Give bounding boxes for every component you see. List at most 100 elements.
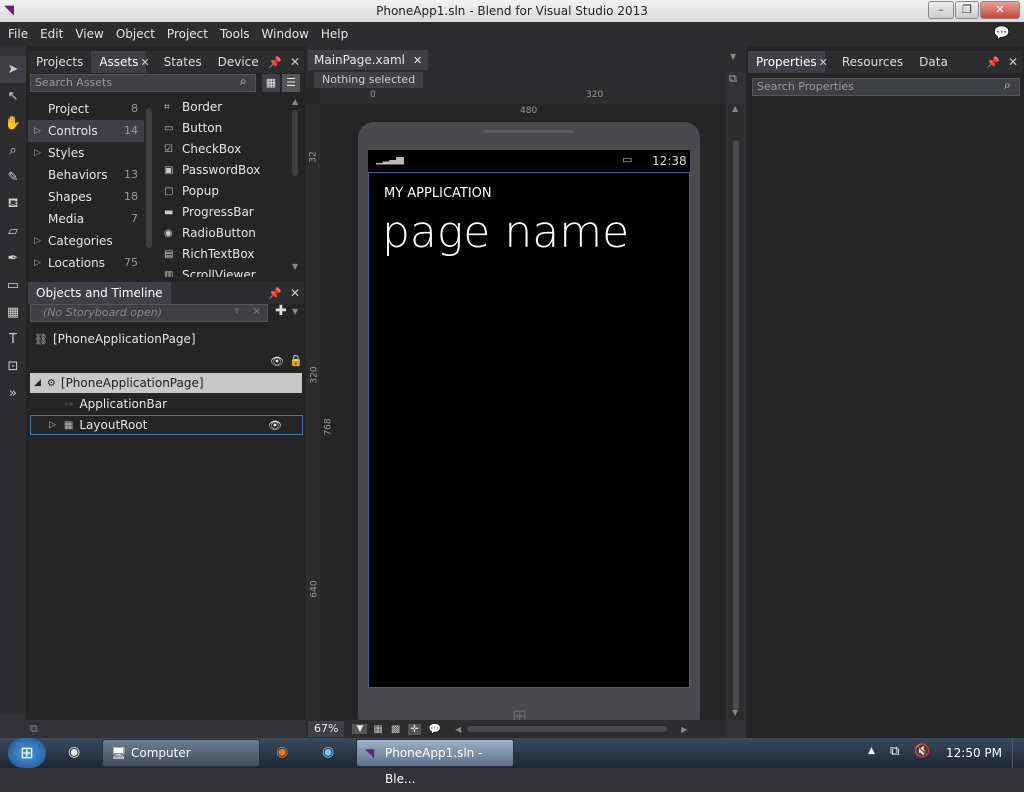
close-panel-icon[interactable]: ✕: [290, 55, 300, 69]
list-item[interactable]: ☑ CheckBox: [154, 139, 288, 160]
menu-object[interactable]: Object: [110, 22, 161, 46]
menu-project[interactable]: Project: [161, 22, 214, 46]
category-locations[interactable]: ▷ Locations 75: [28, 252, 144, 274]
scroll-left-icon[interactable]: ◀: [455, 725, 461, 734]
storyboard-down-icon[interactable]: ⩔: [234, 305, 240, 316]
taskbar-computer-button[interactable]: 🖥 Computer: [102, 739, 260, 767]
paint-bucket-tool-icon[interactable]: ⛾: [0, 191, 26, 218]
list-item[interactable]: ▭ Button: [154, 118, 288, 139]
scroll-up-icon[interactable]: ▲: [732, 104, 738, 113]
categories-scrollbar[interactable]: [146, 108, 152, 248]
menu-file[interactable]: File: [0, 22, 34, 46]
scroll-thumb[interactable]: [733, 140, 739, 710]
taskbar-clock[interactable]: 12:50 PM: [946, 746, 1002, 760]
grid-view-icon[interactable]: ▦: [262, 74, 280, 92]
grid-tool-icon[interactable]: ▦: [0, 299, 26, 326]
firefox-icon[interactable]: ◉: [276, 744, 288, 760]
category-styles[interactable]: ▷ Styles: [28, 142, 144, 164]
start-button[interactable]: ⊞: [8, 738, 46, 768]
control-tool-icon[interactable]: ⊡: [0, 353, 26, 380]
pin-icon[interactable]: 📌: [268, 56, 282, 69]
scroll-up-icon[interactable]: ▲: [292, 97, 298, 106]
category-project[interactable]: Project 8: [28, 98, 144, 120]
tray-expand-icon[interactable]: ▲: [868, 746, 875, 756]
close-panel-icon[interactable]: ✕: [1008, 55, 1018, 69]
list-item[interactable]: ▤ RichTextBox: [154, 244, 288, 265]
skype-icon[interactable]: ◉: [322, 744, 334, 760]
tab-properties[interactable]: Properties: [748, 51, 825, 73]
lock-icon[interactable]: 🔒: [289, 354, 303, 367]
list-item[interactable]: ⌗ Border: [154, 97, 288, 118]
snap-lines-icon[interactable]: ✛: [408, 723, 421, 735]
tab-projects[interactable]: Projects: [28, 51, 91, 73]
pen-tool-icon[interactable]: ✒: [0, 245, 26, 272]
pin-icon[interactable]: 📌: [986, 56, 1000, 69]
tab-mainpage-xaml[interactable]: MainPage.xaml ✕: [308, 50, 429, 70]
menu-tools[interactable]: Tools: [214, 22, 256, 46]
assets-tool-icon[interactable]: »: [0, 380, 26, 407]
feedback-icon[interactable]: 💬: [988, 22, 1016, 46]
tab-data[interactable]: Data: [911, 51, 956, 73]
phone-screen[interactable]: MY APPLICATION page name: [368, 172, 690, 688]
minimize-button[interactable]: –: [928, 1, 954, 19]
properties-search-input[interactable]: Search Properties: [752, 78, 1020, 96]
eraser-tool-icon[interactable]: ▱: [0, 218, 26, 245]
scroll-down-icon[interactable]: ▼: [292, 262, 298, 271]
close-tab-icon[interactable]: ✕: [140, 56, 149, 69]
tab-states[interactable]: States: [156, 51, 210, 73]
list-view-icon[interactable]: ☰: [282, 74, 300, 92]
zoom-tool-icon[interactable]: ⌕: [0, 137, 26, 164]
visibility-eye-icon[interactable]: 👁: [268, 419, 282, 432]
add-storyboard-icon[interactable]: ✚: [275, 303, 287, 319]
maximize-button[interactable]: ❐: [955, 1, 979, 19]
tab-device[interactable]: Device: [210, 51, 267, 73]
tree-item-phoneapplicationpage[interactable]: ◢ ⚙ [PhoneApplicationPage]: [30, 373, 302, 393]
category-behaviors[interactable]: Behaviors 13: [28, 164, 144, 186]
close-tab-icon[interactable]: ✕: [413, 54, 422, 67]
list-item[interactable]: ▥ ScrollViewer: [154, 265, 288, 277]
tree-item-applicationbar[interactable]: ◦◦ ApplicationBar: [30, 395, 302, 413]
category-categories[interactable]: ▷ Categories: [28, 230, 144, 252]
close-window-button[interactable]: ✕: [980, 1, 1020, 19]
bottom-panel-icon[interactable]: ⧉: [30, 722, 38, 736]
category-controls[interactable]: ▷ Controls 14: [28, 120, 144, 142]
eyedropper-tool-icon[interactable]: ✎: [0, 164, 26, 191]
category-media[interactable]: Media 7: [28, 208, 144, 230]
selection-tool-icon[interactable]: ➤: [0, 56, 26, 83]
close-storyboard-icon[interactable]: ✕: [252, 305, 261, 318]
root-object[interactable]: ⛓ [PhoneApplicationPage]: [34, 331, 196, 347]
list-item[interactable]: ▣ PasswordBox: [154, 160, 288, 181]
annotation-icon[interactable]: 💬: [429, 724, 441, 735]
menu-window[interactable]: Window: [256, 22, 315, 46]
split-view-icon[interactable]: ⧉: [729, 72, 737, 86]
collapse-arrow-icon[interactable]: ◢: [34, 378, 41, 388]
tab-assets[interactable]: Assets: [91, 51, 147, 73]
menu-edit[interactable]: Edit: [34, 22, 69, 46]
taskbar-blend-button[interactable]: ◥ PhoneApp1.sln - Ble...: [356, 739, 514, 786]
scroll-down-icon[interactable]: ▼: [732, 708, 738, 717]
chrome-icon[interactable]: ◉: [68, 744, 80, 760]
chevron-down-icon[interactable]: ▼: [730, 52, 736, 61]
close-tab-icon[interactable]: ✕: [819, 56, 828, 69]
tab-resources[interactable]: Resources: [834, 51, 911, 73]
expand-arrow-icon[interactable]: ▷: [49, 420, 56, 430]
grid-snap-icon[interactable]: ▦: [373, 724, 382, 735]
close-panel-icon[interactable]: ✕: [290, 286, 300, 300]
menu-help[interactable]: Help: [315, 22, 354, 46]
zoom-level[interactable]: 67%: [308, 721, 345, 737]
rectangle-tool-icon[interactable]: ▭: [0, 272, 26, 299]
list-item[interactable]: ▬ ProgressBar: [154, 202, 288, 223]
pin-icon[interactable]: 📌: [268, 287, 282, 300]
visibility-eye-icon[interactable]: 👁: [270, 355, 284, 368]
controls-scrollbar[interactable]: [292, 110, 298, 176]
tree-item-layoutroot[interactable]: ▷ ▦ LayoutRoot 👁: [30, 415, 303, 435]
show-desktop-button[interactable]: [1012, 738, 1024, 768]
list-item[interactable]: ◉ RadioButton: [154, 223, 288, 244]
list-item[interactable]: ▢ Popup: [154, 181, 288, 202]
assets-search-input[interactable]: Search Assets: [30, 74, 256, 92]
snap-gridlines-icon[interactable]: ▩: [391, 724, 400, 735]
artboard-vertical-scroll[interactable]: ▲ ▼: [728, 104, 744, 720]
pan-tool-icon[interactable]: ✋: [0, 110, 26, 137]
scroll-right-icon[interactable]: ▶: [681, 725, 687, 734]
chevron-down-icon[interactable]: ▼: [292, 307, 298, 316]
